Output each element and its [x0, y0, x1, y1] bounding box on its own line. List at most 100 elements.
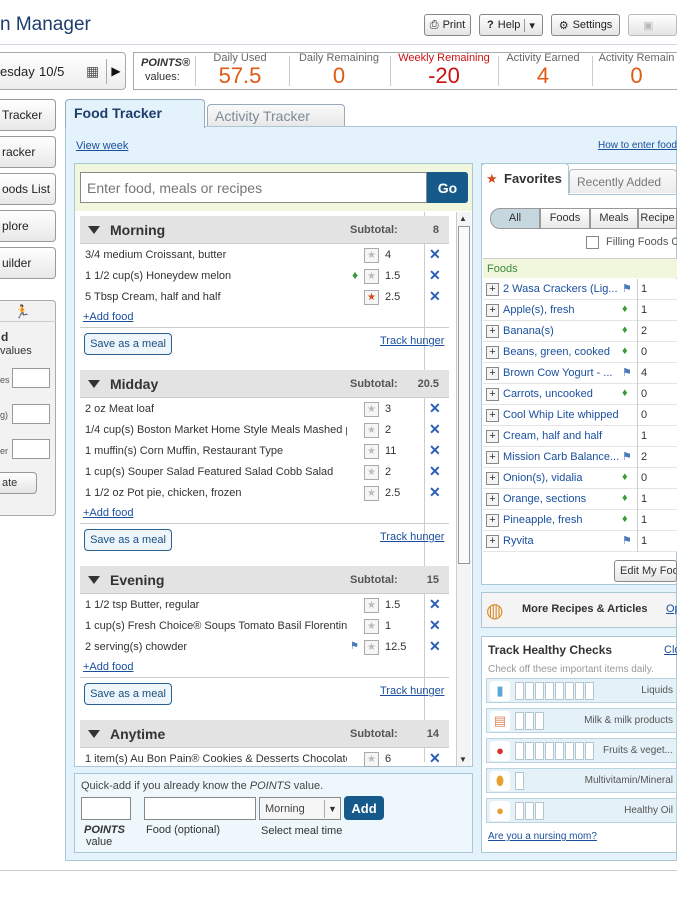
check-box[interactable]	[525, 802, 534, 820]
save-as-meal-button[interactable]: Save as a meal	[84, 333, 172, 355]
scroll-down-icon[interactable]: ▼	[459, 755, 467, 764]
filter-meals[interactable]: Meals	[590, 208, 638, 229]
sidebar-item-0[interactable]: Tracker	[0, 99, 56, 131]
delete-x-icon[interactable]: ✕	[429, 442, 441, 459]
edit-my-foods-button[interactable]: Edit My Foo	[614, 560, 677, 582]
check-box[interactable]	[515, 712, 524, 730]
scroll-up-icon[interactable]: ▲	[459, 214, 467, 223]
add-food-link[interactable]: +Add food	[83, 661, 133, 673]
favorite-name[interactable]: Cool Whip Lite whipped t...	[503, 409, 619, 421]
favorite-star-icon[interactable]: ★	[364, 269, 379, 284]
check-box[interactable]	[585, 742, 594, 760]
check-box[interactable]	[525, 712, 534, 730]
favorite-name[interactable]: Carrots, uncooked	[503, 388, 619, 400]
check-box[interactable]	[565, 742, 574, 760]
check-box[interactable]	[515, 742, 524, 760]
favorite-star-icon[interactable]: ★	[364, 444, 379, 459]
favorite-name[interactable]: Beans, green, cooked	[503, 346, 619, 358]
add-plus-icon[interactable]: +	[486, 346, 499, 359]
date-selector[interactable]: esday 10/5 ▦ ▶	[0, 52, 126, 90]
add-plus-icon[interactable]: +	[486, 367, 499, 380]
add-plus-icon[interactable]: +	[486, 409, 499, 422]
delete-x-icon[interactable]: ✕	[429, 617, 441, 634]
calculate-button[interactable]: ate	[0, 472, 37, 494]
favorite-star-icon[interactable]: ★	[364, 619, 379, 634]
delete-x-icon[interactable]: ✕	[429, 463, 441, 480]
save-as-meal-button[interactable]: Save as a meal	[84, 529, 172, 551]
food-search-input[interactable]	[80, 172, 427, 203]
favorite-name[interactable]: Mission Carb Balance...	[503, 451, 619, 463]
check-box[interactable]	[535, 742, 544, 760]
favorite-star-icon[interactable]: ★	[364, 598, 379, 613]
check-box[interactable]	[525, 682, 534, 700]
tab-food-tracker[interactable]: Food Tracker	[65, 99, 205, 128]
sidebar-item-4[interactable]: uilder	[0, 247, 56, 279]
favorite-star-icon[interactable]: ★	[364, 752, 379, 767]
delete-x-icon[interactable]: ✕	[429, 246, 441, 263]
print-button[interactable]: ⎙ Print	[424, 14, 471, 36]
check-box[interactable]	[585, 682, 594, 700]
calendar-icon[interactable]: ▦	[86, 63, 99, 80]
delete-x-icon[interactable]: ✕	[429, 421, 441, 438]
scroll-thumb[interactable]	[458, 226, 470, 564]
quick-add-food-input[interactable]	[144, 797, 256, 820]
delete-x-icon[interactable]: ✕	[429, 484, 441, 501]
next-day-arrow-icon[interactable]: ▶	[106, 59, 125, 84]
favorite-name[interactable]: Orange, sections	[503, 493, 619, 505]
settings-button[interactable]: ⚙ Settings	[551, 14, 620, 36]
favorite-name[interactable]: Ryvita	[503, 535, 619, 547]
favorite-name[interactable]: 2 Wasa Crackers (Lig...	[503, 283, 619, 295]
save-icon-button[interactable]: ▣	[628, 14, 677, 36]
favorite-star-icon[interactable]: ★	[364, 423, 379, 438]
filter-all[interactable]: All	[490, 208, 540, 229]
favorite-name[interactable]: Apple(s), fresh	[503, 304, 619, 316]
favorite-star-icon[interactable]: ★	[364, 290, 379, 305]
sidebar-item-2[interactable]: oods List	[0, 173, 56, 205]
check-box[interactable]	[545, 742, 554, 760]
check-box[interactable]	[555, 742, 564, 760]
sidebar-item-1[interactable]: racker	[0, 136, 56, 168]
add-plus-icon[interactable]: +	[486, 493, 499, 506]
favorite-star-icon[interactable]: ★	[364, 465, 379, 480]
save-as-meal-button[interactable]: Save as a meal	[84, 683, 172, 705]
filter-recipe[interactable]: Recipe	[638, 208, 677, 229]
delete-x-icon[interactable]: ✕	[429, 288, 441, 305]
check-box[interactable]	[515, 772, 524, 790]
favorite-name[interactable]: Cream, half and half	[503, 430, 619, 442]
add-plus-icon[interactable]: +	[486, 451, 499, 464]
panel-input-1[interactable]	[12, 368, 50, 388]
check-box[interactable]	[535, 802, 544, 820]
help-button[interactable]: ? Help ▾	[479, 14, 543, 36]
tab-activity-tracker[interactable]: Activity Tracker	[207, 104, 345, 126]
favorite-name[interactable]: Pineapple, fresh	[503, 514, 619, 526]
check-box[interactable]	[555, 682, 564, 700]
add-plus-icon[interactable]: +	[486, 472, 499, 485]
sidebar-item-3[interactable]: plore	[0, 210, 56, 242]
check-box[interactable]	[545, 682, 554, 700]
add-plus-icon[interactable]: +	[486, 514, 499, 527]
filter-foods[interactable]: Foods	[540, 208, 590, 229]
collapse-triangle-icon[interactable]	[88, 379, 100, 388]
meal-header-anytime[interactable]: Anytime Subtotal: 14	[80, 720, 449, 748]
add-plus-icon[interactable]: +	[486, 388, 499, 401]
meal-time-select[interactable]: Morning ▼	[259, 797, 341, 820]
quick-add-points-input[interactable]	[81, 797, 131, 820]
delete-x-icon[interactable]: ✕	[429, 267, 441, 284]
delete-x-icon[interactable]: ✕	[429, 638, 441, 655]
add-plus-icon[interactable]: +	[486, 325, 499, 338]
collapse-triangle-icon[interactable]	[88, 225, 100, 234]
collapse-triangle-icon[interactable]	[88, 729, 100, 738]
favorite-star-icon[interactable]: ★	[364, 248, 379, 263]
add-plus-icon[interactable]: +	[486, 283, 499, 296]
favorite-star-icon[interactable]: ★	[364, 486, 379, 501]
check-box[interactable]	[515, 682, 524, 700]
favorite-name[interactable]: Brown Cow Yogurt - ...	[503, 367, 619, 379]
track-hunger-link[interactable]: Track hunger	[380, 685, 444, 697]
how-to-enter-food-link[interactable]: How to enter food	[598, 140, 677, 151]
tab-recently-added[interactable]: Recently Added	[569, 169, 677, 193]
delete-x-icon[interactable]: ✕	[429, 750, 441, 767]
check-box[interactable]	[565, 682, 574, 700]
quick-add-button[interactable]: Add	[344, 796, 384, 820]
meal-header-morning[interactable]: Morning Subtotal: 8	[80, 216, 449, 244]
filling-foods-checkbox[interactable]	[586, 236, 599, 249]
